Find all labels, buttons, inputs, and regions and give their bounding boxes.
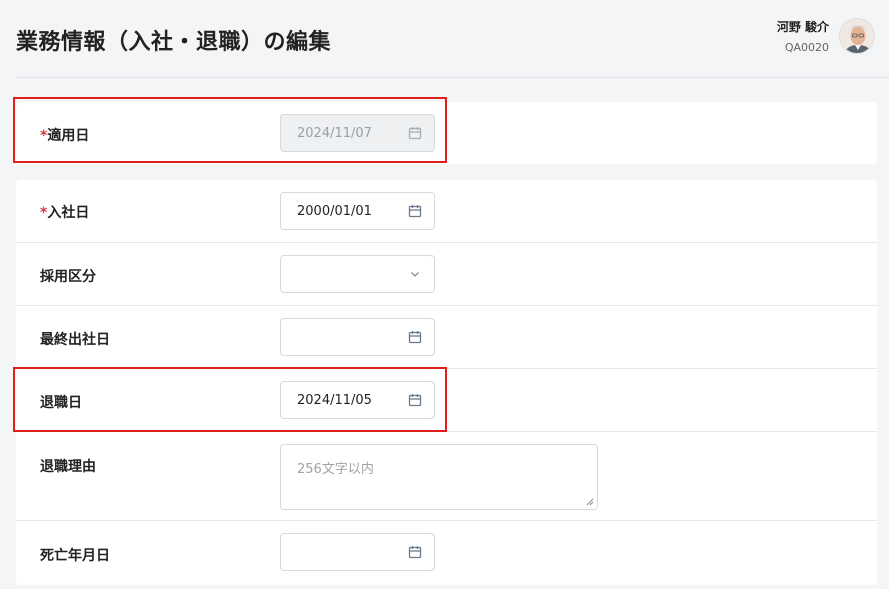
chevron-down-icon [411,272,419,277]
form-row-hire-date: *入社日 2000/01/01 [16,180,877,243]
avatar[interactable] [839,18,875,54]
page-title: 業務情報（入社・退職）の編集 [16,30,332,55]
user-info[interactable]: 河野 駿介 QA0020 [777,18,875,54]
hire-date-input[interactable]: 2000/01/01 [280,192,435,230]
form-row-last-work-date: 最終出社日 [16,306,877,369]
hire-date-value: 2000/01/01 [297,203,372,219]
retire-reason-label: 退職理由 [40,459,96,475]
page-header: 業務情報（入社・退職）の編集 河野 駿介 QA0020 [16,0,889,78]
calendar-icon[interactable] [408,330,422,344]
form-row-hire-type: 採用区分 [16,243,877,306]
form-row-retire-reason: 退職理由 256文字以内 [16,432,877,521]
retire-reason-textarea[interactable]: 256文字以内 [280,444,598,510]
death-date-label: 死亡年月日 [40,548,110,564]
last-work-date-input[interactable] [280,318,435,356]
death-date-input[interactable] [280,533,435,571]
highlight-retire-date [13,367,447,432]
user-code: QA0020 [784,41,829,54]
hire-type-label: 採用区分 [40,269,96,285]
retire-reason-placeholder: 256文字以内 [297,462,374,477]
calendar-icon[interactable] [408,545,422,559]
user-name: 河野 駿介 [776,20,829,34]
form-row-death-date: 死亡年月日 [16,521,877,585]
hire-type-select[interactable] [280,255,435,293]
last-work-date-label: 最終出社日 [40,332,110,348]
hire-date-label: *入社日 [40,205,90,221]
highlight-apply-date [13,97,447,163]
resize-handle-icon[interactable] [586,498,594,506]
calendar-icon[interactable] [408,204,422,218]
